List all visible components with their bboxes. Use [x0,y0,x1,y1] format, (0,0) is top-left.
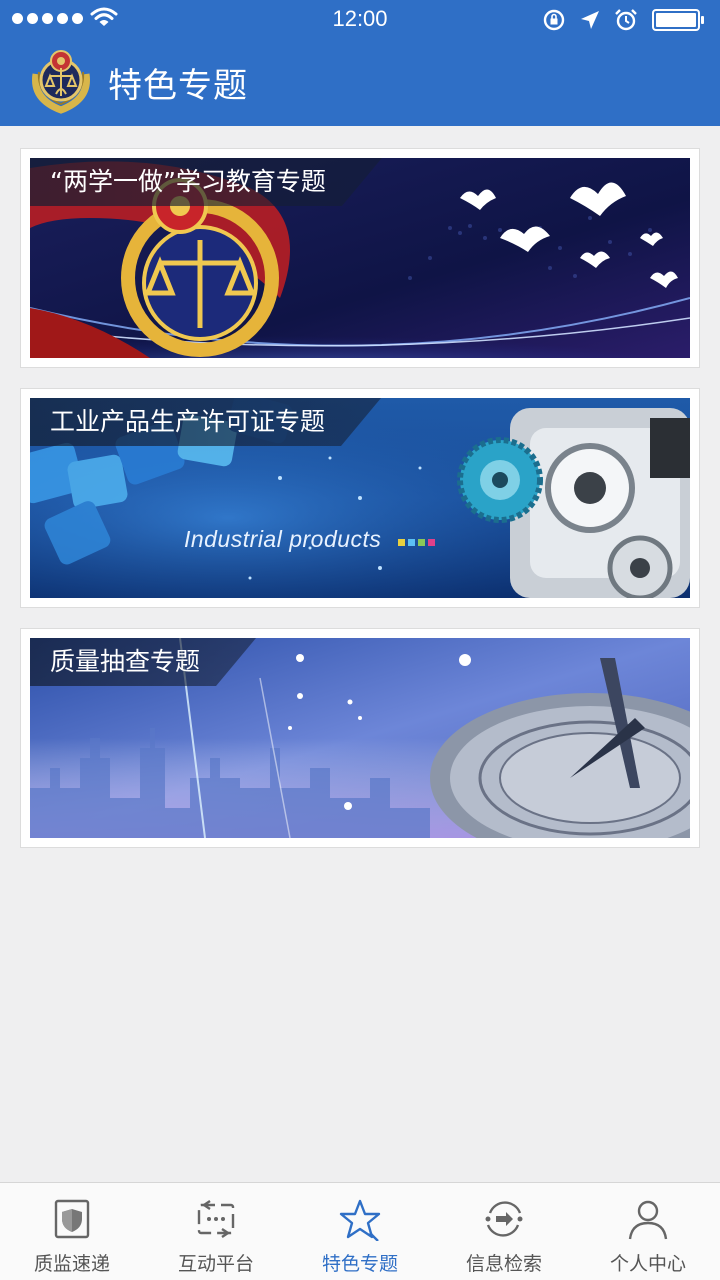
quality-supervision-emblem-icon [28,44,94,114]
rotation-lock-icon [543,9,565,31]
battery-icon [652,9,704,31]
star-icon [339,1199,381,1241]
topic-title: 工业产品生产许可证专题 [30,398,381,446]
tab-featured-topics[interactable]: 特色专题 [288,1183,432,1280]
exchange-icon [197,1200,235,1238]
tab-label: 个人中心 [609,1253,686,1275]
nav-bar: 特色专题 [0,40,720,126]
person-icon [628,1200,668,1240]
topic-banner-image: Industrial products 工业产品生产许可证专题 [30,398,690,598]
search-refresh-icon [485,1201,523,1237]
banner-caption: Industrial products [184,526,382,552]
alarm-icon [615,9,637,31]
tab-label: 质监速递 [33,1253,110,1275]
bottom-tab-bar: 质监速递 互动平台 特色专题 信息检索 个人中心 [0,1182,720,1280]
tab-interactive-platform[interactable]: 互动平台 [144,1183,288,1280]
tab-personal-center[interactable]: 个人中心 [576,1183,720,1280]
topic-card-quality-inspection[interactable]: 质量抽查专题 [20,628,700,848]
shield-icon [54,1199,90,1239]
tab-label: 互动平台 [177,1253,254,1275]
tab-quality-news[interactable]: 质监速递 [0,1183,144,1280]
page-title: 特色专题 [108,66,248,106]
tab-info-search[interactable]: 信息检索 [432,1183,576,1280]
tab-label: 信息检索 [465,1253,542,1275]
topic-card-study-education[interactable]: “两学一做”学习教育专题 [20,148,700,368]
topic-banner-image: 质量抽查专题 [30,638,690,838]
topic-card-industrial-license[interactable]: Industrial products 工业产品生产许可证专题 [20,388,700,608]
topic-title: “两学一做”学习教育专题 [30,158,382,206]
status-bar: 12:00 [0,0,720,40]
location-arrow-icon [581,11,599,29]
tab-label: 特色专题 [321,1253,398,1275]
app-header: 12:00 特色专题 [0,0,720,126]
topic-banner-image: “两学一做”学习教育专题 [30,158,690,358]
